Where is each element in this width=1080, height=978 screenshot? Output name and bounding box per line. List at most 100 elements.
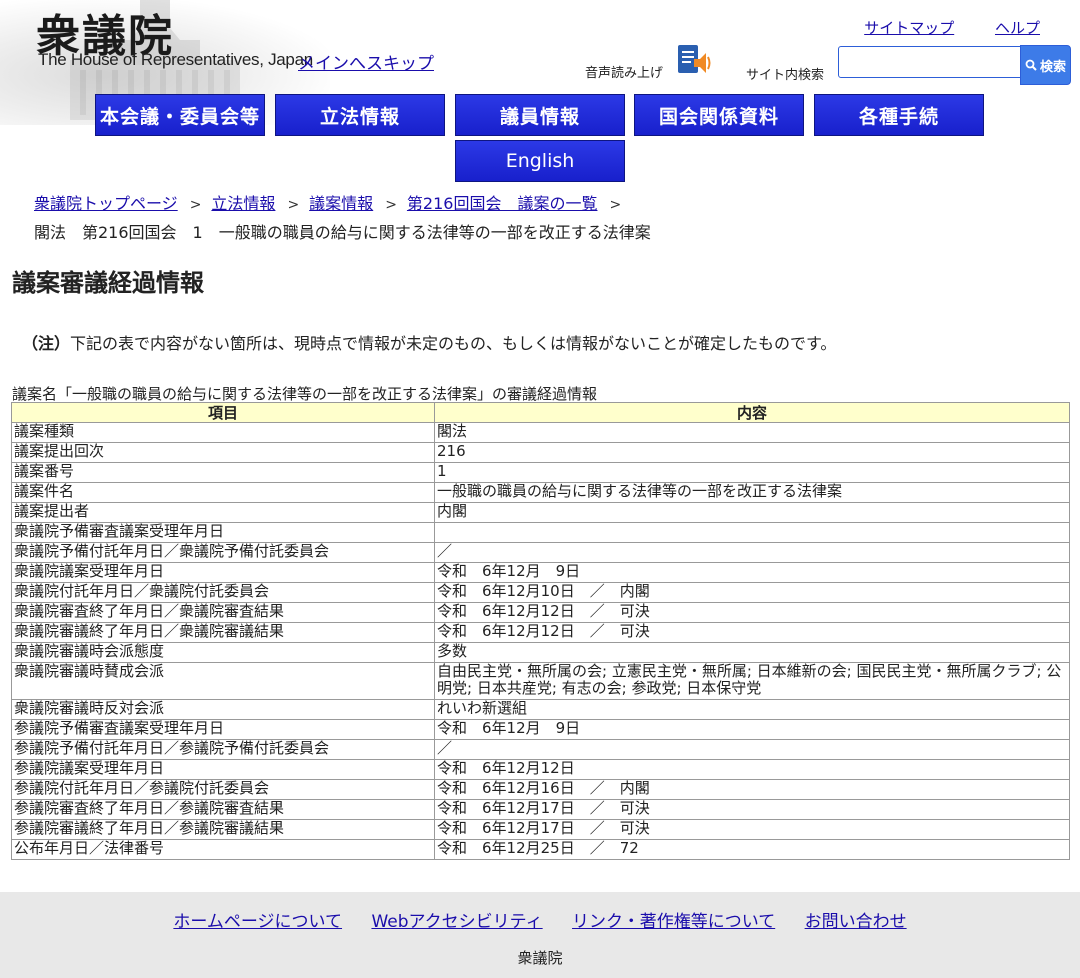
speaker-document-icon[interactable] [674, 43, 714, 79]
footer-copyright-link[interactable]: リンク・著作権等について [572, 912, 775, 932]
row-label: 衆議院審査終了年月日／衆議院審査結果 [11, 602, 435, 623]
row-label: 議案種類 [11, 422, 435, 443]
utility-links: サイトマップ ヘルプ [828, 17, 1040, 38]
row-label: 参議院付託年月日／参議院付託委員会 [11, 779, 435, 800]
footer-contact-link[interactable]: お問い合わせ [805, 912, 907, 932]
table-row: 議案件名 一般職の職員の給与に関する法律等の一部を改正する法律案 [11, 482, 1070, 503]
row-value: 一般職の職員の給与に関する法律等の一部を改正する法律案 [434, 482, 1070, 503]
table-row: 参議院予備審査議案受理年月日 令和 6年12月 9日 [11, 719, 1070, 740]
row-label: 衆議院審議終了年月日／衆議院審議結果 [11, 622, 435, 643]
footer-about-link[interactable]: ホームページについて [173, 912, 342, 932]
voice-reader-label[interactable]: 音声読み上げ [585, 62, 663, 81]
table-row: 参議院議案受理年月日 令和 6年12月12日 [11, 759, 1070, 780]
search-button-label: 検索 [1039, 58, 1066, 74]
row-label: 衆議院審議時反対会派 [11, 699, 435, 720]
nav-procedures[interactable]: 各種手続 [814, 94, 984, 136]
row-label: 議案提出者 [11, 502, 435, 523]
breadcrumb-bills[interactable]: 議案情報 [309, 194, 373, 213]
row-value: 令和 6年12月12日 [434, 759, 1070, 780]
breadcrumb-bill-list[interactable]: 第216回国会 議案の一覧 [407, 194, 598, 213]
search-button[interactable]: 検索 [1020, 45, 1071, 85]
nav-english[interactable]: English [455, 140, 625, 182]
table-row: 衆議院付託年月日／衆議院付託委員会 令和 6年12月10日 ／ 内閣 [11, 582, 1070, 603]
breadcrumb: 衆議院トップページ > 立法情報 > 議案情報 > 第216回国会 議案の一覧 > [34, 190, 631, 214]
row-value: 令和 6年12月12日 ／ 可決 [434, 622, 1070, 643]
row-value: ／ [434, 542, 1070, 563]
table-header-row: 項目 内容 [11, 402, 1070, 423]
page-title: 議案審議経過情報 [12, 269, 204, 297]
row-value: 令和 6年12月12日 ／ 可決 [434, 602, 1070, 623]
table-row: 衆議院審議時賛成会派 自由民主党・無所属の会; 立憲民主党・無所属; 日本維新の会… [11, 662, 1070, 700]
table-row: 議案番号 1 [11, 462, 1070, 483]
nav-diet-documents[interactable]: 国会関係資料 [634, 94, 804, 136]
breadcrumb-separator: > [385, 197, 397, 213]
breadcrumb-separator: > [609, 197, 622, 213]
row-value: 令和 6年12月17日 ／ 可決 [434, 819, 1070, 840]
table-row: 議案提出者 内閣 [11, 502, 1070, 523]
breadcrumb-legislation[interactable]: 立法情報 [211, 194, 275, 213]
table-row: 議案種類 閣法 [11, 422, 1070, 443]
row-value: 自由民主党・無所属の会; 立憲民主党・無所属; 日本維新の会; 国民民主党・無所… [434, 662, 1070, 700]
nav-members[interactable]: 議員情報 [455, 94, 625, 136]
row-label: 参議院審査終了年月日／参議院審査結果 [11, 799, 435, 820]
row-value: 1 [434, 462, 1070, 483]
row-label: 参議院審議終了年月日／参議院審議結果 [11, 819, 435, 840]
row-label: 衆議院議案受理年月日 [11, 562, 435, 583]
skip-to-main-link[interactable]: メインへスキップ [298, 49, 434, 74]
row-label: 参議院議案受理年月日 [11, 759, 435, 780]
row-value: 令和 6年12月10日 ／ 内閣 [434, 582, 1070, 603]
table-row: 参議院審査終了年月日／参議院審査結果 令和 6年12月17日 ／ 可決 [11, 799, 1070, 820]
bill-progress-table: 項目 内容 議案種類 閣法 議案提出回次 216 議案番号 1 議案件名 一般職の職員の… [11, 402, 1070, 860]
row-value: 令和 6年12月 9日 [434, 562, 1070, 583]
breadcrumb-top[interactable]: 衆議院トップページ [34, 194, 178, 213]
table-row: 参議院付託年月日／参議院付託委員会 令和 6年12月16日 ／ 内閣 [11, 779, 1070, 800]
header-item: 項目 [11, 402, 435, 423]
magnifier-icon [1025, 59, 1037, 71]
header-content: 内容 [434, 402, 1070, 423]
row-label: 衆議院予備審査議案受理年月日 [11, 522, 435, 543]
table-row: 衆議院議案受理年月日 令和 6年12月 9日 [11, 562, 1070, 583]
note-label: （注） [22, 334, 71, 353]
row-value: れいわ新選組 [434, 699, 1070, 720]
row-label: 衆議院予備付託年月日／衆議院予備付託委員会 [11, 542, 435, 563]
breadcrumb-separator: > [189, 197, 202, 213]
table-caption: 議案名「一般職の職員の給与に関する法律等の一部を改正する法律案」の審議経過情報 [12, 385, 598, 403]
row-value: 内閣 [434, 502, 1070, 523]
table-row: 参議院予備付託年月日／参議院予備付託委員会／ [11, 739, 1070, 760]
table-row: 衆議院予備審査議案受理年月日 [11, 522, 1070, 543]
row-value: 216 [434, 442, 1070, 463]
row-label: 議案提出回次 [11, 442, 435, 463]
row-label: 衆議院付託年月日／衆議院付託委員会 [11, 582, 435, 603]
row-label: 参議院予備審査議案受理年月日 [11, 719, 435, 740]
breadcrumb-separator: > [287, 197, 300, 213]
sitemap-link[interactable]: サイトマップ [864, 19, 954, 37]
row-value: 多数 [434, 642, 1070, 663]
row-value: ／ [434, 739, 1070, 760]
row-label: 議案件名 [11, 482, 435, 503]
table-row: 衆議院審議時反対会派 れいわ新選組 [11, 699, 1070, 720]
nav-legislation[interactable]: 立法情報 [275, 94, 445, 136]
row-label: 公布年月日／法律番号 [11, 839, 435, 860]
site-search-label: サイト内検索 [746, 68, 825, 83]
row-label: 衆議院審議時会派態度 [11, 642, 435, 663]
table-row: 衆議院審査終了年月日／衆議院審査結果 令和 6年12月12日 ／ 可決 [11, 602, 1070, 623]
row-value: 令和 6年12月17日 ／ 可決 [434, 799, 1070, 820]
table-row: 公布年月日／法律番号 令和 6年12月25日 ／ 72 [11, 839, 1070, 860]
site-logo-english: The House of Representatives, Japan [38, 50, 313, 69]
table-row: 参議院審議終了年月日／参議院審議結果 令和 6年12月17日 ／ 可決 [11, 819, 1070, 840]
footer-accessibility-link[interactable]: Webアクセシビリティ [371, 912, 542, 932]
site-footer: ホームページについて Webアクセシビリティ リンク・著作権等について お問い合… [0, 892, 1080, 978]
breadcrumb-current: 閣法 第216回国会 1 一般職の職員の給与に関する法律等の一部を改正する法律案 [34, 223, 651, 242]
note: （注）下記の表で内容がない箇所は、現時点で情報が未定のもの、もしくは情報がないこ… [22, 330, 836, 354]
row-label: 参議院予備付託年月日／参議院予備付託委員会 [11, 739, 435, 760]
note-text: 下記の表で内容がない箇所は、現時点で情報が未定のもの、もしくは情報がないことが確… [70, 334, 837, 353]
row-value: 閣法 [434, 422, 1070, 443]
row-value: 令和 6年12月25日 ／ 72 [434, 839, 1070, 860]
row-value [434, 522, 1070, 543]
table-row: 衆議院予備付託年月日／衆議院予備付託委員会／ [11, 542, 1070, 563]
row-value: 令和 6年12月 9日 [434, 719, 1070, 740]
site-header: 衆議院 The House of Representatives, Japan … [0, 0, 1080, 190]
site-search-input[interactable] [838, 46, 1026, 78]
nav-plenary-committee[interactable]: 本会議・委員会等 [95, 94, 265, 136]
help-link[interactable]: ヘルプ [995, 19, 1040, 37]
